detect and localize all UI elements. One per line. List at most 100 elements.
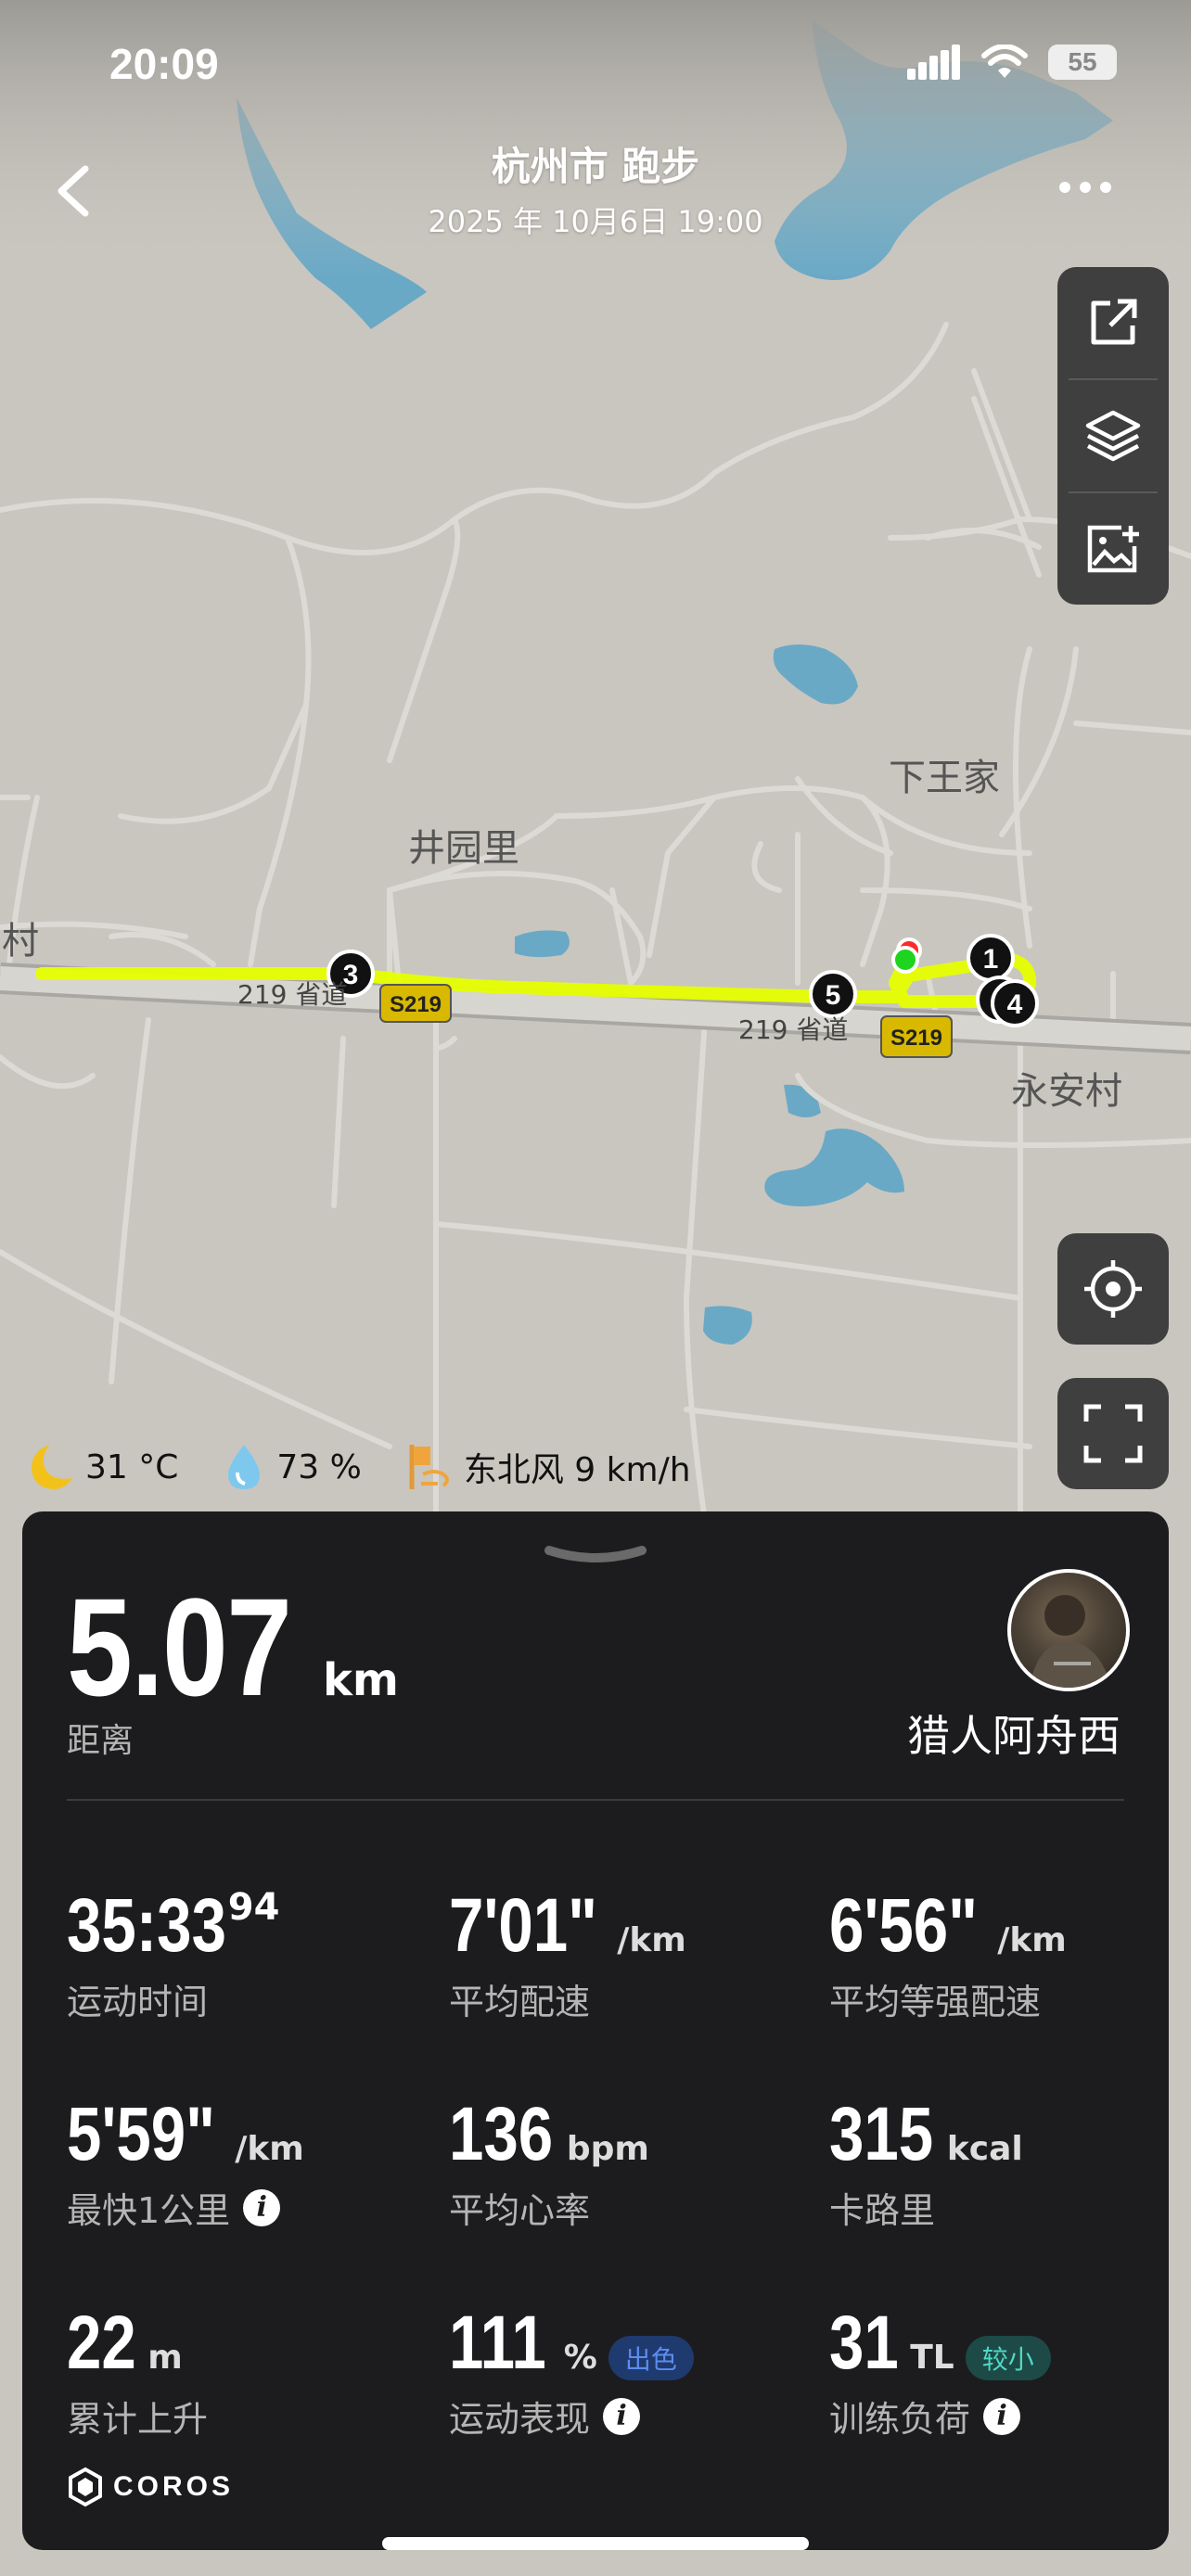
avg-hr-label: 平均心率 xyxy=(449,2190,591,2231)
add-photo-button[interactable] xyxy=(1057,493,1169,605)
fullscreen-icon xyxy=(1083,1404,1143,1463)
svg-text:S219: S219 xyxy=(390,992,442,1017)
km-marker: 4 xyxy=(976,976,1039,1027)
stat-avg-grade-pace: 6'56" /km 平均等强配速 xyxy=(829,1882,1067,2024)
more-options-icon[interactable] xyxy=(1057,176,1113,198)
svg-text:1: 1 xyxy=(983,944,999,975)
place-label: 永安村 xyxy=(1011,1070,1122,1113)
training-load-value: 31 xyxy=(829,2301,899,2385)
status-icons: 55 xyxy=(907,45,1117,80)
training-load-unit: TL xyxy=(910,2339,954,2377)
fastest-km-unit: /km xyxy=(235,2130,304,2168)
svg-text:S219: S219 xyxy=(890,1026,942,1051)
stat-training-load: 31 TL 较小 训练负荷 i xyxy=(829,2300,1051,2442)
avg-hr-unit: bpm xyxy=(566,2130,649,2168)
km-marker: 5 xyxy=(809,970,857,1018)
temperature-value: 31 °C xyxy=(85,1447,179,1486)
km-marker: 1 xyxy=(967,934,1015,982)
stat-elevation: 22 m 累计上升 xyxy=(67,2300,208,2442)
distance-value: 5.07 xyxy=(67,1569,292,1725)
road-label: 219 省道 xyxy=(738,1014,848,1045)
collapse-handle-icon[interactable] xyxy=(544,1545,647,1567)
fullscreen-button[interactable] xyxy=(1057,1378,1169,1489)
distance-unit: km xyxy=(322,1654,399,1706)
avg-pace-unit: /km xyxy=(617,1921,686,1959)
avg-grade-pace-unit: /km xyxy=(997,1921,1067,1959)
home-indicator[interactable] xyxy=(382,2537,809,2550)
coros-logo: COROS xyxy=(67,2467,234,2507)
wind-flag-icon xyxy=(409,1445,449,1489)
fastest-km-label: 最快1公里 xyxy=(67,2190,231,2231)
performance-value: 111 xyxy=(449,2301,546,2385)
elevation-label: 累计上升 xyxy=(67,2399,209,2440)
svg-text:5: 5 xyxy=(826,980,841,1011)
svg-text:4: 4 xyxy=(1007,989,1023,1020)
avatar[interactable] xyxy=(1007,1569,1130,1691)
coros-logo-icon xyxy=(69,2467,102,2507)
training-load-label: 训练负荷 xyxy=(829,2399,971,2440)
info-icon[interactable]: i xyxy=(603,2397,641,2435)
stat-avg-hr: 136 bpm 平均心率 xyxy=(449,2091,649,2233)
wind-value: 东北风 9 km/h xyxy=(463,1451,691,1489)
place-label: 村 xyxy=(2,920,39,963)
humidity-value: 73 % xyxy=(276,1447,362,1486)
cellular-signal-icon xyxy=(907,45,960,80)
locate-button[interactable] xyxy=(1057,1233,1169,1345)
training-load-badge: 较小 xyxy=(965,2336,1051,2380)
info-icon[interactable]: i xyxy=(983,2397,1021,2435)
share-button[interactable] xyxy=(1057,267,1169,378)
duration-value: 35:33 xyxy=(67,1883,226,1968)
info-icon[interactable]: i xyxy=(243,2188,281,2226)
humidity-icon xyxy=(228,1445,261,1489)
avg-pace-value: 7'01" xyxy=(449,1883,598,1968)
coros-logo-text: COROS xyxy=(113,2471,235,2502)
wind: 东北风 9 km/h xyxy=(406,1441,691,1493)
road-badge: S219 xyxy=(880,1015,953,1058)
weather-bar: 31 °C 73 % 东北风 9 km/h xyxy=(22,1439,736,1495)
map-layers-button[interactable] xyxy=(1057,380,1169,491)
fastest-km-value: 5'59" xyxy=(67,2092,216,2176)
map-toolbar xyxy=(1057,267,1169,605)
activity-datetime: 2025 年 10月6日 19:00 xyxy=(428,204,763,239)
calories-label: 卡路里 xyxy=(829,2190,936,2231)
stat-duration: 35:33 94 运动时间 xyxy=(67,1882,279,2024)
elevation-unit: m xyxy=(147,2339,183,2377)
add-image-icon xyxy=(1087,525,1139,573)
distance-label: 距离 xyxy=(67,1722,134,1760)
share-icon xyxy=(1091,299,1137,345)
layers-icon xyxy=(1085,410,1141,462)
performance-label: 运动表现 xyxy=(449,2399,591,2440)
place-label: 下王家 xyxy=(889,757,1000,799)
avg-grade-pace-label: 平均等强配速 xyxy=(829,1982,1042,2022)
stat-calories: 315 kcal 卡路里 xyxy=(829,2091,1023,2233)
stat-performance: 111% 出色 运动表现 i xyxy=(449,2300,694,2442)
avg-grade-pace-value: 6'56" xyxy=(829,1883,979,1968)
road-badge: S219 xyxy=(379,984,452,1023)
status-bar: 20:09 55 xyxy=(0,0,1191,121)
stat-avg-pace: 7'01" /km 平均配速 xyxy=(449,1882,686,2024)
clock: 20:09 xyxy=(109,40,219,88)
humidity: 73 % xyxy=(223,1441,362,1493)
stat-fastest-km: 5'59" /km 最快1公里 i xyxy=(67,2091,304,2233)
water-pond-2 xyxy=(515,930,570,958)
divider xyxy=(67,1799,1124,1801)
distance: 5.07 km xyxy=(67,1567,399,1728)
place-label: 井园里 xyxy=(408,827,519,870)
username: 猎人阿舟西 xyxy=(907,1711,1121,1761)
moon-icon xyxy=(32,1445,72,1489)
duration-label: 运动时间 xyxy=(67,1982,209,2022)
elevation-value: 22 xyxy=(67,2301,136,2385)
duration-hundredths: 94 xyxy=(227,1886,280,1929)
calories-unit: kcal xyxy=(946,2130,1023,2168)
battery-icon: 55 xyxy=(1048,45,1117,80)
performance-badge: 出色 xyxy=(608,2336,694,2380)
road-label: 219 省道 xyxy=(237,979,347,1010)
activity-summary-panel: 5.07 km 距离 猎人阿舟西 35:33 94 运动时间 7'01" /km 平… xyxy=(22,1511,1169,2550)
calories-value: 315 xyxy=(829,2092,934,2176)
locate-icon xyxy=(1084,1260,1142,1318)
start-marker xyxy=(891,946,919,974)
avg-pace-label: 平均配速 xyxy=(449,1982,591,2022)
temperature: 31 °C xyxy=(22,1441,178,1493)
wifi-icon xyxy=(981,45,1028,78)
activity-title: 杭州市 跑步 xyxy=(491,144,700,189)
